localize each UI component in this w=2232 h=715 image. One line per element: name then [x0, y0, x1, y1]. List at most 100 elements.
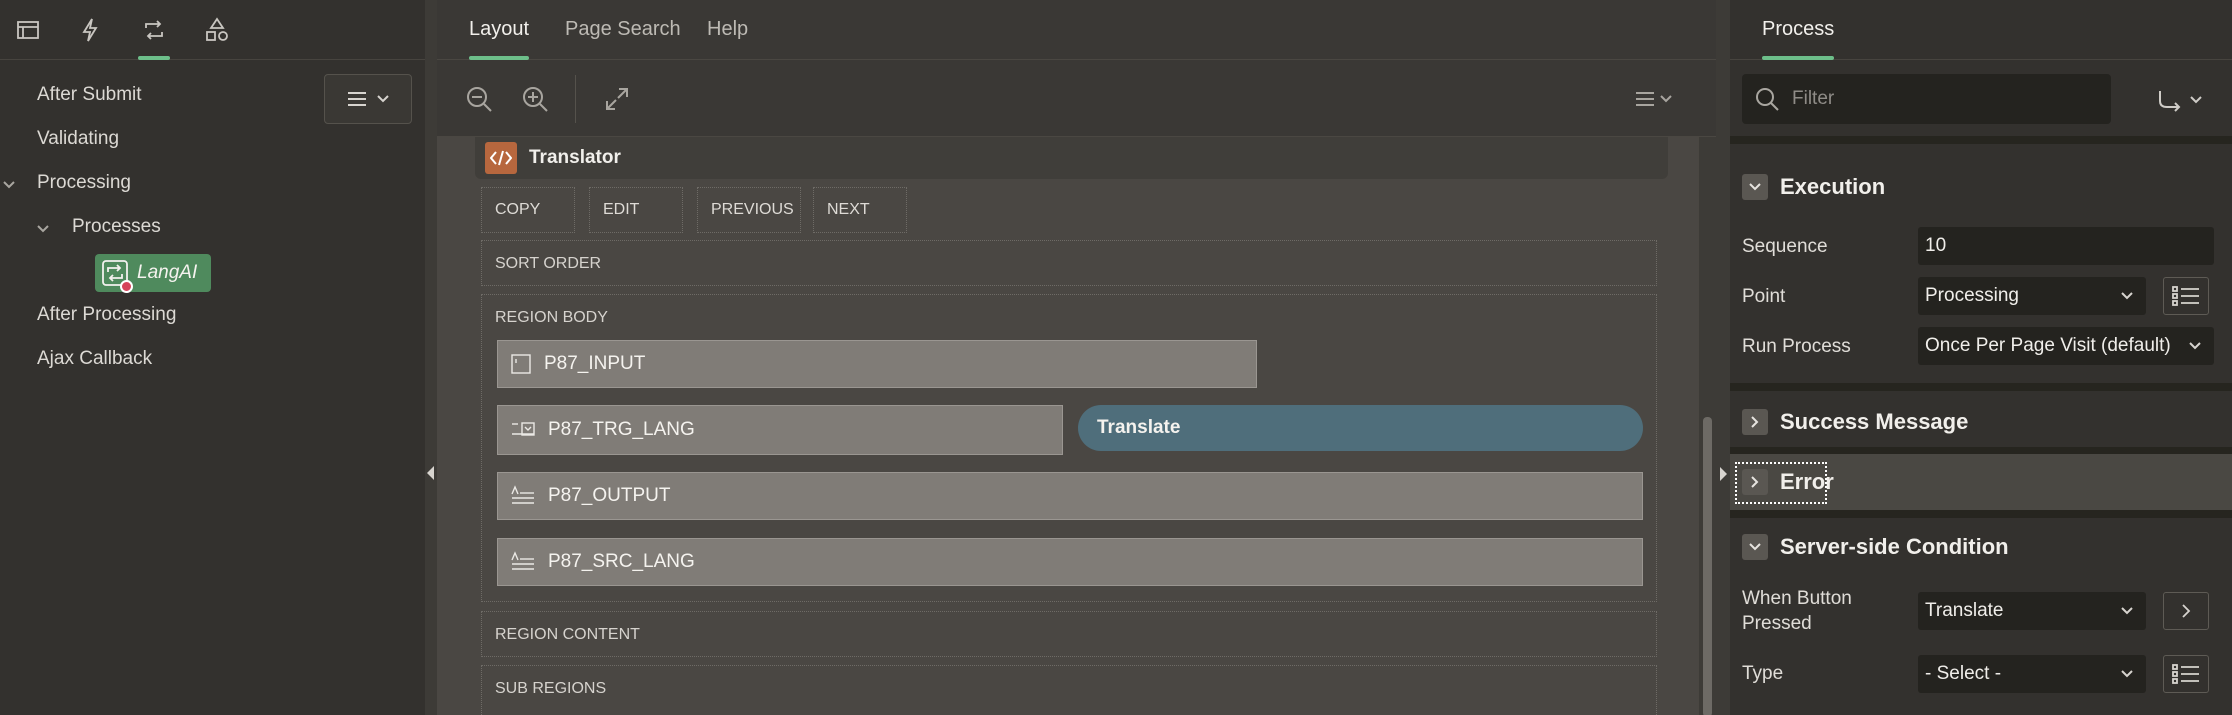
section-separator — [1730, 136, 2232, 144]
chevron-right-icon — [2182, 604, 2191, 618]
tree-processing[interactable]: Processing — [37, 172, 131, 194]
tab-process[interactable]: Process — [1762, 18, 1835, 60]
left-pane: After Submit Validating Processing Proce… — [0, 0, 425, 715]
chevron-down-icon — [2190, 96, 2202, 104]
previous-button-position[interactable]: PREVIOUS — [697, 187, 801, 233]
chevron-down-icon[interactable] — [1742, 174, 1768, 200]
tree-after-processing[interactable]: After Processing — [37, 304, 176, 326]
sort-order-label: SORT ORDER — [495, 255, 602, 272]
go-to-icon — [2159, 91, 2181, 112]
point-label: Point — [1742, 286, 1786, 307]
section-success-message[interactable]: Success Message — [1730, 393, 2232, 451]
property-editor: Process Execution Sequence 10 Point Proc… — [1730, 0, 2232, 715]
right-tabs: Process — [1730, 0, 2232, 60]
dynamic-actions-tab[interactable] — [70, 10, 110, 50]
tree-validating[interactable]: Validating — [37, 128, 119, 150]
edit-button-position[interactable]: EDIT — [589, 187, 683, 233]
scrollbar-thumb[interactable] — [1703, 417, 1712, 715]
processing-tab[interactable] — [134, 10, 174, 60]
list-icon — [2172, 286, 2199, 306]
tab-page-search[interactable]: Page Search — [565, 18, 681, 41]
section-title: Server-side Condition — [1780, 534, 2009, 559]
chevron-down-icon[interactable] — [1742, 534, 1768, 560]
text-field-icon — [511, 354, 531, 374]
sort-order-position[interactable]: SORT ORDER — [481, 240, 1657, 286]
chevron-down-icon — [2121, 670, 2133, 678]
chevron-down-icon — [2188, 341, 2202, 351]
when-button-select[interactable]: Translate — [1918, 592, 2146, 630]
section-title: Success Message — [1780, 409, 1969, 434]
point-select[interactable]: Processing — [1918, 277, 2146, 315]
section-separator — [1730, 510, 2232, 518]
type-value: - Select - — [1925, 663, 2002, 684]
sub-regions-label: SUB REGIONS — [495, 680, 607, 697]
page-designer: After Submit Validating Processing Proce… — [0, 0, 2232, 715]
textarea-icon — [511, 485, 534, 504]
section-execution[interactable]: Execution — [1730, 158, 2232, 216]
chevron-down-icon[interactable] — [36, 222, 50, 236]
item-label: P87_SRC_LANG — [548, 551, 695, 572]
filter-input[interactable] — [1792, 88, 2092, 110]
section-error[interactable]: Error — [1730, 454, 2232, 510]
property-groups: Execution Sequence 10 Point Processing R… — [1730, 136, 2232, 715]
section-server-side-condition[interactable]: Server-side Condition — [1730, 518, 2232, 576]
process-icon — [101, 259, 133, 293]
menu-icon — [1636, 92, 1672, 106]
item-label: P87_TRG_LANG — [548, 419, 695, 440]
tab-help[interactable]: Help — [707, 18, 748, 41]
region-body-label: REGION BODY — [495, 309, 608, 326]
left-splitter[interactable] — [425, 0, 437, 715]
rendering-tab[interactable] — [8, 10, 48, 50]
run-process-select[interactable]: Once Per Page Visit (default) — [1918, 327, 2214, 365]
filter-field[interactable] — [1742, 74, 2111, 124]
point-value: Processing — [1925, 285, 2019, 306]
sub-regions-position[interactable]: SUB REGIONS — [481, 665, 1657, 715]
collapse-right-icon[interactable] — [1720, 467, 1727, 481]
type-label: Type — [1742, 663, 1784, 684]
list-of-values-button[interactable] — [2163, 655, 2209, 693]
go-to-group-button[interactable] — [2150, 80, 2210, 120]
tree-langai-process[interactable]: LangAI — [95, 254, 211, 293]
select-list-icon — [512, 422, 535, 436]
go-to-button-button[interactable] — [2163, 592, 2209, 630]
item-p87-trg-lang[interactable]: P87_TRG_LANG — [497, 405, 1063, 455]
item-p87-output[interactable]: P87_OUTPUT — [497, 472, 1643, 520]
copy-button-position[interactable]: COPY — [481, 187, 575, 233]
layout-menu-button[interactable] — [1627, 81, 1681, 117]
collapse-left-icon[interactable] — [427, 466, 434, 480]
tree-processes[interactable]: Processes — [72, 216, 161, 238]
menu-icon — [348, 92, 366, 106]
item-label: P87_INPUT — [544, 353, 646, 374]
type-select[interactable]: - Select - — [1918, 655, 2146, 693]
run-process-label: Run Process — [1742, 336, 1851, 357]
sequence-field[interactable]: 10 — [1918, 227, 2214, 265]
zoom-out-icon[interactable] — [461, 81, 497, 117]
translate-button[interactable]: Translate — [1078, 405, 1643, 451]
processing-icon — [145, 20, 163, 40]
canvas-scrollbar[interactable] — [1698, 137, 1716, 715]
chevron-down-icon — [2121, 292, 2133, 300]
next-button-position[interactable]: NEXT — [813, 187, 907, 233]
center-pane: Layout Page Search Help Translator COPY … — [437, 0, 1716, 715]
tree-ajax-callback[interactable]: Ajax Callback — [37, 348, 152, 370]
region-header[interactable]: Translator — [475, 137, 1668, 179]
zoom-in-icon[interactable] — [517, 81, 553, 117]
region-content-label: REGION CONTENT — [495, 626, 640, 643]
item-p87-src-lang[interactable]: P87_SRC_LANG — [497, 538, 1643, 586]
tree-after-submit[interactable]: After Submit — [37, 84, 142, 106]
right-splitter[interactable] — [1716, 0, 1730, 715]
chevron-down-icon[interactable] — [2, 178, 16, 192]
shared-components-tab[interactable] — [197, 10, 237, 50]
layout-toolbar — [437, 61, 1716, 137]
tab-layout[interactable]: Layout — [469, 18, 530, 60]
region-content-position[interactable]: REGION CONTENT — [481, 611, 1657, 657]
region-title: Translator — [529, 147, 621, 168]
run-process-value: Once Per Page Visit (default) — [1925, 335, 2171, 356]
expand-icon[interactable] — [599, 81, 635, 117]
tree-menu-button[interactable] — [324, 74, 412, 124]
list-of-values-button[interactable] — [2163, 277, 2209, 315]
rendering-icon — [17, 21, 39, 39]
list-icon — [2172, 664, 2199, 684]
chevron-right-icon[interactable] — [1742, 409, 1768, 435]
item-p87-input[interactable]: P87_INPUT — [497, 340, 1257, 388]
